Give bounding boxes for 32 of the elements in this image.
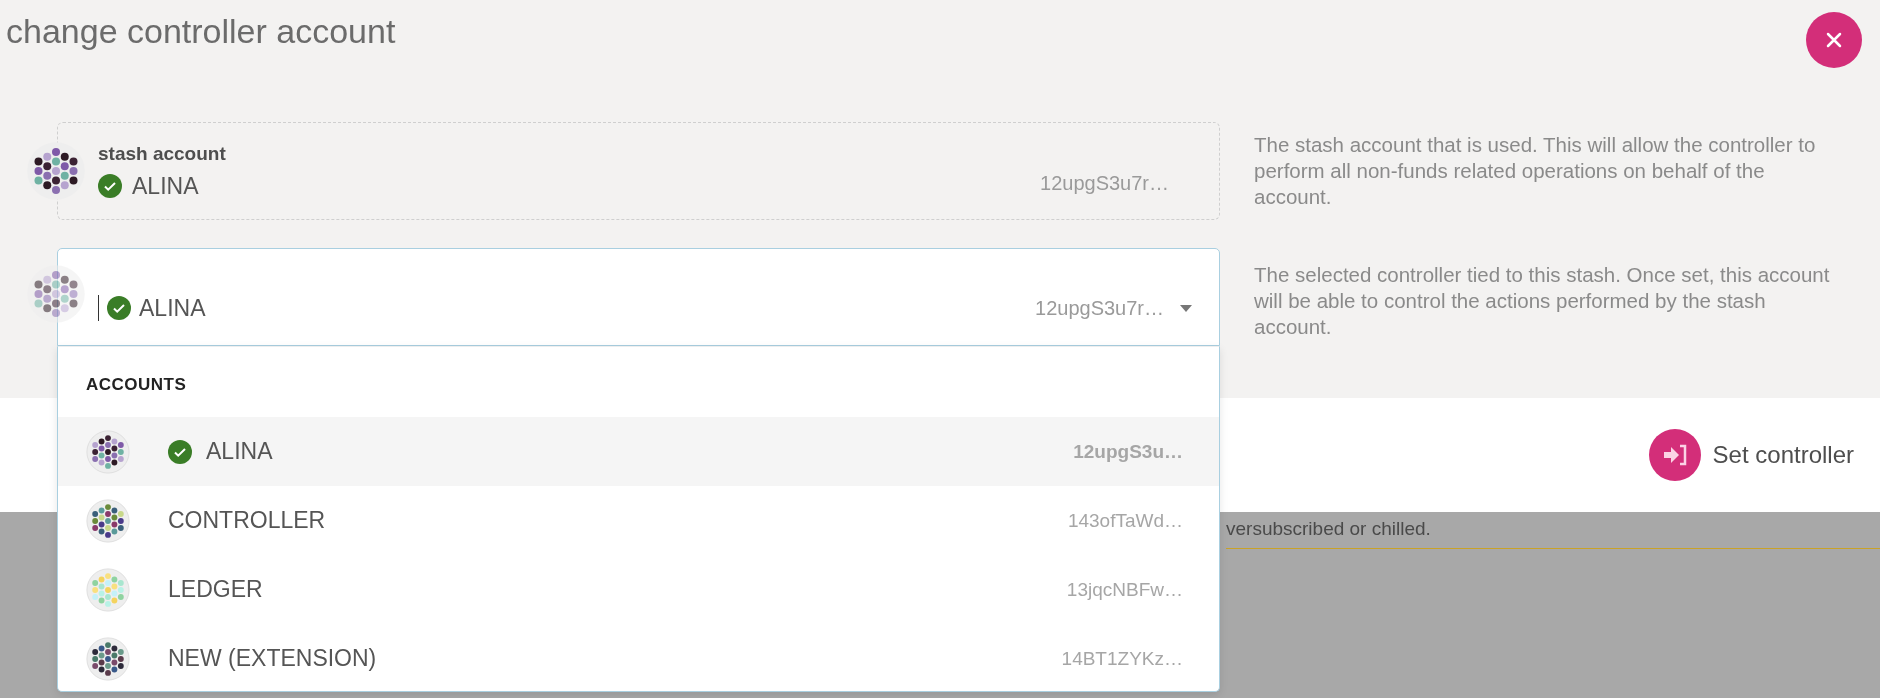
account-address: 12upgS3u7r… <box>1035 296 1164 320</box>
help-text: The selected controller tied to this stash. Once set, this account will be able to control the actions performed by the stash account. <box>1254 262 1831 340</box>
account-name: ALINA <box>206 438 273 465</box>
account-name: CONTROLLER <box>168 507 326 534</box>
account-address: 14BT1ZYKz… <box>1061 647 1183 670</box>
account-address: 143ofTaWd… <box>1067 509 1183 532</box>
modal-title: change controller account <box>6 12 396 51</box>
set-controller-button[interactable]: Set controller <box>1648 429 1854 481</box>
identicon-icon <box>86 429 130 474</box>
account-option[interactable]: ALINA 12upgS3u… <box>58 417 1219 486</box>
account-address: 12upgS3u… <box>1073 440 1183 463</box>
close-icon <box>1824 30 1844 50</box>
identicon-icon <box>86 636 130 681</box>
close-button[interactable] <box>1806 12 1862 68</box>
help-text: The stash account that is used. This will allow the controller to perform all non-funds related operations on behalf of the account. <box>1254 132 1817 210</box>
account-name: ALINA <box>132 172 199 200</box>
account-name: LEDGER <box>168 576 263 603</box>
caret-icon <box>1180 304 1192 312</box>
sign-in-icon <box>1648 429 1701 481</box>
identicon-icon <box>86 498 130 543</box>
background-text: versubscribed or chilled. <box>1226 518 1431 539</box>
account-option[interactable]: CONTROLLER 143ofTaWd… <box>58 486 1219 555</box>
account-name: ALINA <box>139 294 206 322</box>
account-option[interactable]: NEW (EXTENSION) 14BT1ZYKz… <box>58 624 1219 693</box>
field-label: stash account <box>98 142 227 165</box>
identicon-icon <box>86 567 130 612</box>
controller-dropdown[interactable]: ALINA 12upgS3u7r… <box>57 248 1220 346</box>
account-name: NEW (EXTENSION) <box>168 645 377 672</box>
account-address: 13jqcNBFw… <box>1066 578 1183 601</box>
account-address: 12upgS3u7r… <box>1040 171 1169 195</box>
menu-heading: ACCOUNTS <box>85 374 188 396</box>
account-option[interactable]: LEDGER 13jqcNBFw… <box>58 555 1219 624</box>
